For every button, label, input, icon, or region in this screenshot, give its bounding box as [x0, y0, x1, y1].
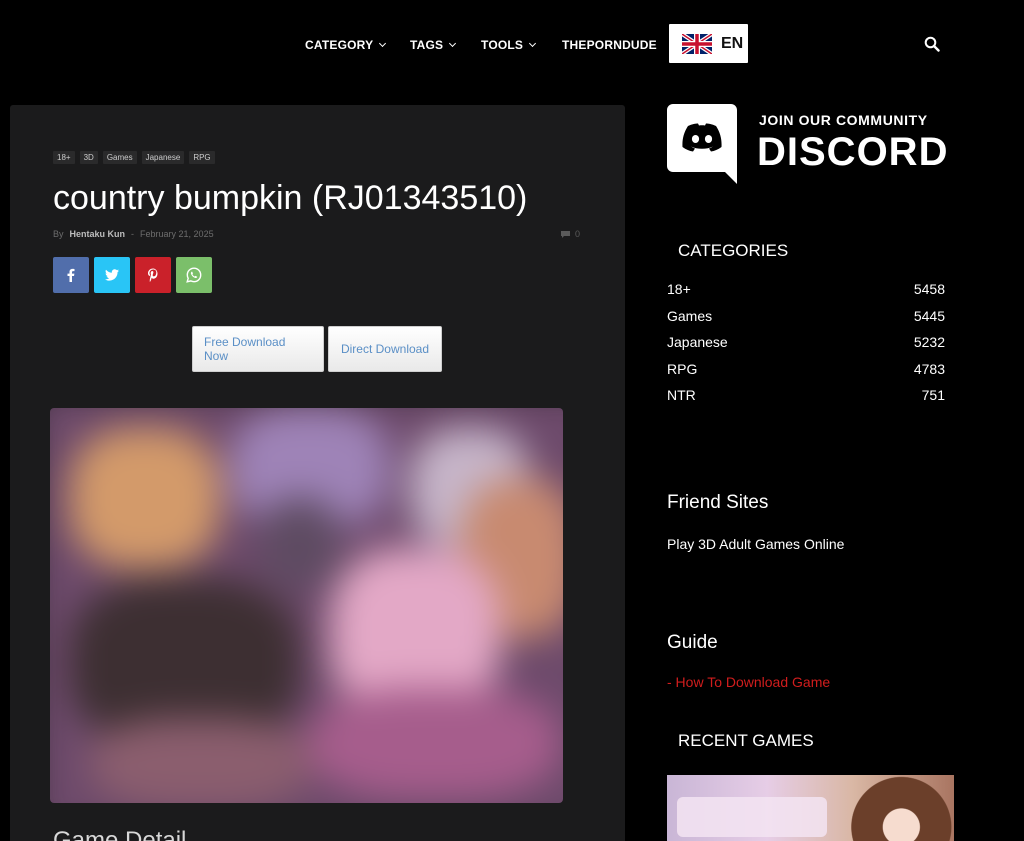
nav-category[interactable]: CATEGORY	[305, 38, 387, 52]
category-item[interactable]: 18+ 5458	[667, 281, 945, 308]
nav-tags[interactable]: TAGS	[410, 38, 457, 52]
free-download-button[interactable]: Free Download Now	[192, 326, 324, 372]
category-item[interactable]: NTR 751	[667, 387, 945, 414]
category-item[interactable]: Japanese 5232	[667, 334, 945, 361]
category-count: 5232	[913, 334, 945, 351]
by-label: By	[53, 229, 64, 239]
category-name: Games	[667, 307, 713, 324]
preview-blob	[310, 688, 560, 798]
game-detail-heading: Game Detail	[53, 827, 187, 841]
guide-heading: Guide	[667, 632, 718, 653]
preview-blur-layer	[50, 408, 563, 803]
nav-tools[interactable]: TOOLS	[481, 38, 537, 52]
tag-japanese[interactable]: Japanese	[141, 151, 185, 164]
discord-icon	[667, 104, 737, 184]
category-count: 5458	[913, 281, 945, 297]
download-buttons: Free Download Now Direct Download	[192, 326, 442, 372]
chevron-down-icon	[529, 39, 537, 48]
blurred-preview-image	[50, 408, 563, 803]
tag-rpg[interactable]: RPG	[189, 151, 215, 164]
top-navigation: CATEGORY TAGS TOOLS THEPORNDUDE EN	[0, 0, 1024, 88]
language-selector[interactable]: EN	[669, 24, 748, 63]
post-meta: By Hentaku Kun - February 21, 2025	[53, 229, 214, 239]
search-icon[interactable]	[924, 36, 940, 52]
preview-blob	[90, 718, 310, 803]
preview-blob	[70, 428, 220, 568]
twitter-share-button[interactable]	[94, 257, 130, 293]
post-tags: 18+ 3D Games Japanese RPG	[53, 151, 215, 164]
recent-game-thumbnail[interactable]	[667, 775, 954, 841]
whatsapp-icon	[186, 267, 202, 283]
post-date: February 21, 2025	[140, 229, 214, 239]
discord-wordmark: DISCORD	[757, 130, 949, 174]
recent-games-heading: RECENT GAMES	[678, 731, 814, 750]
friend-sites-heading: Friend Sites	[667, 492, 769, 513]
preview-blob	[260, 498, 340, 588]
direct-download-button[interactable]: Direct Download	[328, 326, 442, 372]
guide-link[interactable]: - How To Download Game	[667, 674, 830, 690]
thumbnail-title-plate	[677, 797, 827, 837]
facebook-share-button[interactable]	[53, 257, 89, 293]
category-name: 18+	[667, 281, 691, 297]
language-label: EN	[721, 34, 744, 52]
discord-join-text: JOIN OUR COMMUNITY	[759, 112, 928, 128]
category-count: 4783	[913, 360, 945, 377]
facebook-icon	[67, 268, 75, 282]
post-author[interactable]: Hentaku Kun	[70, 229, 126, 239]
uk-flag-icon	[682, 33, 712, 54]
category-name: NTR	[667, 387, 696, 404]
chevron-down-icon	[379, 39, 387, 48]
category-item[interactable]: Games 5445	[667, 308, 945, 335]
comment-icon	[561, 230, 570, 238]
meta-separator: -	[131, 229, 135, 239]
discord-banner[interactable]: JOIN OUR COMMUNITY DISCORD	[667, 104, 957, 184]
category-name: Japanese	[667, 334, 728, 351]
category-count: 5445	[913, 307, 945, 324]
pinterest-share-button[interactable]	[135, 257, 171, 293]
category-list: 18+ 5458 Games 5445 Japanese 5232 RPG 47…	[667, 281, 945, 414]
pinterest-icon	[148, 268, 158, 282]
nav-theporndude[interactable]: THEPORNDUDE	[562, 38, 657, 52]
comment-count[interactable]: 0	[560, 229, 580, 239]
category-item[interactable]: RPG 4783	[667, 361, 945, 388]
post-card: 18+ 3D Games Japanese RPG country bumpki…	[10, 105, 625, 841]
share-buttons	[53, 257, 212, 293]
tag-games[interactable]: Games	[102, 151, 137, 164]
whatsapp-share-button[interactable]	[176, 257, 212, 293]
tag-3d[interactable]: 3D	[79, 151, 98, 164]
post-title: country bumpkin (RJ01343510)	[53, 179, 528, 217]
category-count: 751	[921, 387, 945, 404]
friend-site-link[interactable]: Play 3D Adult Games Online	[667, 536, 844, 552]
twitter-icon	[105, 269, 119, 281]
categories-heading: CATEGORIES	[678, 241, 789, 260]
chevron-down-icon	[449, 39, 457, 48]
tag-18plus[interactable]: 18+	[53, 151, 75, 164]
thumbnail-character	[837, 775, 954, 841]
category-name: RPG	[667, 360, 698, 377]
